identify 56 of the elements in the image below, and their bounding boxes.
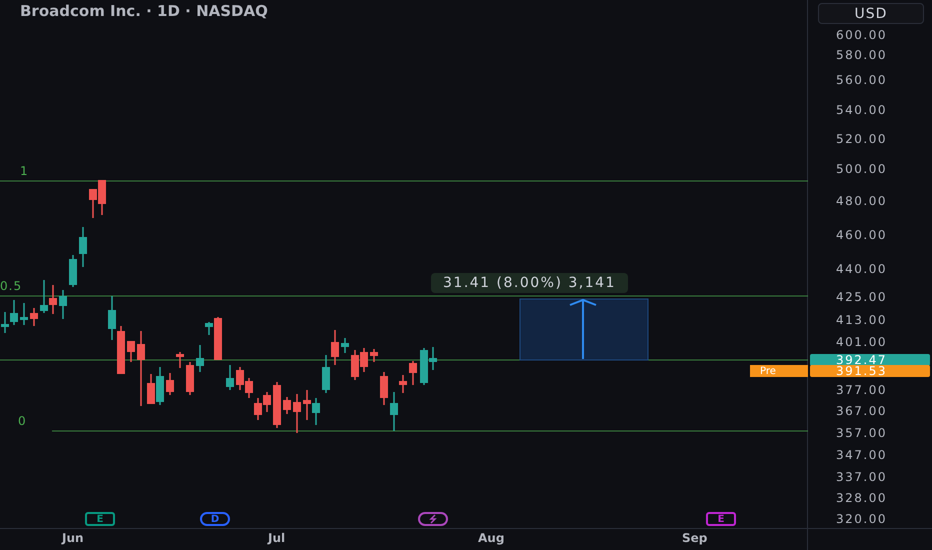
fib-level-label: 1 bbox=[20, 164, 29, 178]
measure-range[interactable] bbox=[520, 298, 648, 360]
price-axis-label: 560.00 bbox=[836, 72, 887, 88]
chart-title: Broadcom Inc. · 1D · NASDAQ bbox=[20, 2, 268, 20]
up-arrow-icon bbox=[570, 298, 596, 359]
premarket-tag: Pre bbox=[750, 365, 808, 377]
currency-button[interactable]: USD bbox=[818, 3, 924, 24]
price-axis-label: 580.00 bbox=[836, 47, 887, 63]
price-axis-label: 320.00 bbox=[836, 511, 887, 527]
measure-label: 31.41 (8.00%) 3,141 bbox=[431, 273, 628, 293]
event-marker[interactable]: D bbox=[200, 512, 230, 526]
price-tag: 391.53 bbox=[810, 365, 930, 377]
candlestick bbox=[293, 394, 301, 433]
candlestick bbox=[59, 290, 67, 319]
time-axis-label: Jun bbox=[62, 531, 84, 545]
price-axis-label: 367.00 bbox=[836, 403, 887, 419]
event-marker[interactable]: E bbox=[85, 512, 115, 526]
candlestick bbox=[409, 361, 417, 385]
price-axis-label: 600.00 bbox=[836, 27, 887, 43]
candlestick bbox=[69, 255, 77, 287]
price-axis-label: 480.00 bbox=[836, 193, 887, 209]
candlestick bbox=[380, 372, 388, 405]
event-marker[interactable]: E bbox=[706, 512, 736, 526]
candlestick bbox=[30, 308, 38, 326]
price-axis-label: 357.00 bbox=[836, 425, 887, 441]
time-axis-label: Jul bbox=[268, 531, 286, 545]
candlestick bbox=[370, 349, 378, 362]
price-axis-label: 328.00 bbox=[836, 490, 887, 506]
lightning-event-icon[interactable] bbox=[418, 512, 448, 526]
candlestick bbox=[196, 345, 204, 372]
time-axis-label: Sep bbox=[682, 531, 708, 545]
candlestick bbox=[273, 382, 281, 428]
candlestick bbox=[79, 227, 87, 267]
candlestick bbox=[166, 373, 174, 395]
price-axis-label: 460.00 bbox=[836, 227, 887, 243]
time-axis-label: Aug bbox=[478, 531, 504, 545]
price-axis-label: 500.00 bbox=[836, 161, 887, 177]
price-axis-label: 337.00 bbox=[836, 469, 887, 485]
price-axis-label: 440.00 bbox=[836, 261, 887, 277]
candlestick bbox=[186, 362, 194, 395]
price-axis-label: 377.00 bbox=[836, 382, 887, 398]
price-axis-label: 401.00 bbox=[836, 334, 887, 350]
candlestick bbox=[341, 338, 349, 353]
price-axis-label: 413.00 bbox=[836, 312, 887, 328]
price-axis-label: 425.00 bbox=[836, 289, 887, 305]
candlestick bbox=[20, 303, 28, 325]
price-axis-label: 520.00 bbox=[836, 131, 887, 147]
fib-level-label: 0 bbox=[18, 414, 27, 428]
fib-level-label: 0.5 bbox=[0, 279, 22, 293]
candlestick bbox=[127, 341, 135, 362]
candlestick bbox=[283, 397, 291, 414]
price-axis-label: 540.00 bbox=[836, 102, 887, 118]
candlestick bbox=[176, 352, 184, 368]
candlestick bbox=[226, 365, 234, 390]
price-axis-label: 347.00 bbox=[836, 447, 887, 463]
price-tag: 392.47 bbox=[810, 354, 930, 366]
